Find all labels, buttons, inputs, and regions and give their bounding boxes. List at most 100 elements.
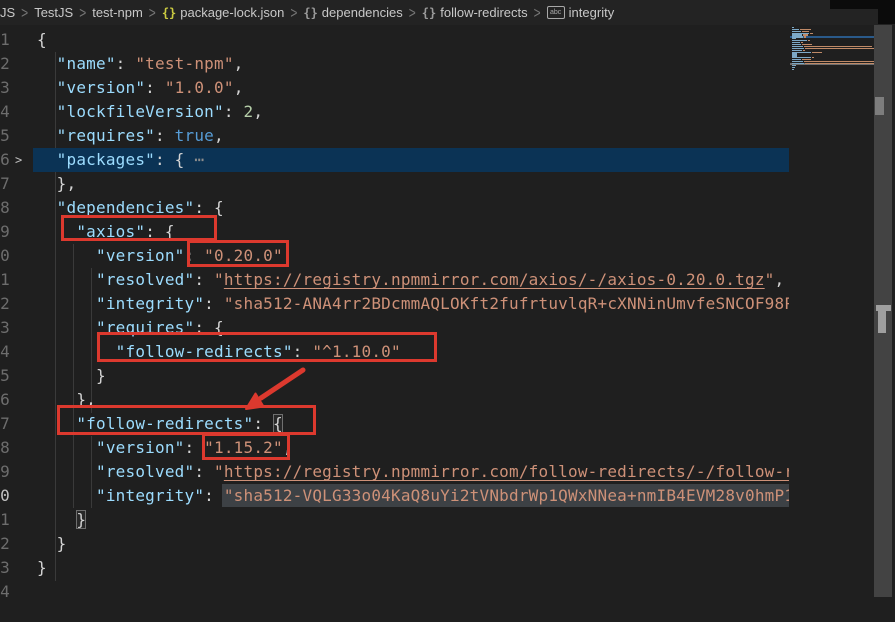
code-line-text: "resolved": "https://registry.npmmirror.… — [37, 460, 789, 484]
breadcrumb-item-label: JS — [0, 5, 15, 20]
minimap-line — [808, 40, 810, 41]
code-line[interactable]: 23} — [0, 556, 789, 580]
breadcrumb-item-package-lock-json[interactable]: {}package-lock.json — [162, 5, 285, 20]
code-line-text: } — [37, 532, 67, 556]
line-number: 8 — [0, 196, 10, 220]
code-area[interactable]: 1{2 "name": "test-npm",3 "version": "1.0… — [0, 25, 789, 622]
scrollbar-thumb-secondary-stem[interactable] — [878, 311, 886, 333]
code-line[interactable]: 21 } — [0, 508, 789, 532]
code-line[interactable]: 4 "lockfileVersion": 2, — [0, 100, 789, 124]
minimap[interactable] — [790, 25, 875, 600]
line-number: 20 — [0, 484, 10, 508]
code-line-text: "integrity": "sha512-ANA4rr2BDcmmAQLOKft… — [37, 292, 789, 316]
top-right-cut-artifact — [830, 0, 895, 9]
code-line[interactable]: 11 "resolved": "https://registry.npmmirr… — [0, 268, 789, 292]
breadcrumb-separator-icon: > — [290, 3, 297, 21]
code-line-text: } — [37, 556, 47, 580]
fold-chevron-icon[interactable]: > — [15, 148, 22, 172]
minimap-line — [804, 36, 806, 37]
breadcrumb-separator-icon: > — [149, 3, 156, 21]
code-line[interactable]: 3 "version": "1.0.0", — [0, 76, 789, 100]
line-number: 10 — [0, 244, 10, 268]
minimap-line — [810, 33, 813, 34]
breadcrumb-item-js[interactable]: JS — [0, 5, 15, 20]
code-line-text: "resolved": "https://registry.npmmirror.… — [37, 268, 784, 292]
line-number: 2 — [0, 52, 10, 76]
code-line-text: "requires": true, — [37, 124, 224, 148]
code-line-text: "name": "test-npm", — [37, 52, 244, 76]
code-line[interactable]: 19 "resolved": "https://registry.npmmirr… — [0, 460, 789, 484]
code-line[interactable]: 10 "version": "0.20.0", — [0, 244, 789, 268]
line-number: 24 — [0, 580, 10, 604]
minimap-line — [805, 48, 875, 49]
symbol-string-abc-icon: abc — [547, 6, 565, 19]
code-line[interactable]: 2 "name": "test-npm", — [0, 52, 789, 76]
breadcrumb-item-label: integrity — [569, 5, 615, 20]
line-number: 14 — [0, 340, 10, 364]
breadcrumb-separator-icon: > — [409, 3, 416, 21]
json-braces-icon: {} — [303, 6, 317, 20]
line-number: 4 — [0, 100, 10, 124]
annotation-box-requires-follow-redirects — [97, 332, 437, 362]
code-line[interactable]: 20 "integrity": "sha512-VQLG33o04KaQ8uYi… — [0, 484, 789, 508]
code-line-text: { — [37, 28, 47, 52]
breadcrumb-item-label: dependencies — [322, 5, 403, 20]
code-line-text: } — [37, 508, 86, 532]
scrollbar-thumb[interactable] — [875, 97, 884, 115]
code-line-text: "packages": { ⋯ — [37, 148, 204, 172]
code-line-text: "lockfileVersion": 2, — [37, 100, 263, 124]
minimap-line — [805, 63, 875, 64]
line-number: 11 — [0, 268, 10, 292]
code-line[interactable]: 12 "integrity": "sha512-ANA4rr2BDcmmAQLO… — [0, 292, 789, 316]
code-line[interactable]: 22 } — [0, 532, 789, 556]
top-right-cut-artifact — [878, 9, 895, 24]
line-number: 13 — [0, 316, 10, 340]
code-line[interactable]: 15 } — [0, 364, 789, 388]
annotation-arrow-icon — [228, 362, 318, 422]
code-line[interactable]: 5 "requires": true, — [0, 124, 789, 148]
line-number: 22 — [0, 532, 10, 556]
code-line-text: "version": "1.0.0", — [37, 76, 244, 100]
code-line[interactable]: 6> "packages": { ⋯ — [0, 148, 789, 172]
breadcrumb-item-integrity[interactable]: abc integrity — [547, 5, 615, 20]
code-line-text: } — [37, 364, 106, 388]
breadcrumb-item-label: follow-redirects — [440, 5, 527, 20]
line-number: 18 — [0, 436, 10, 460]
line-number: 6 — [0, 148, 10, 172]
line-number: 19 — [0, 460, 10, 484]
vscode-editor-window: JS>TestJS>test-npm>{}package-lock.json>{… — [0, 0, 895, 622]
line-number: 3 — [0, 76, 10, 100]
line-number: 23 — [0, 556, 10, 580]
line-number: 1 — [0, 28, 10, 52]
line-number: 5 — [0, 124, 10, 148]
annotation-box-axios — [61, 215, 217, 241]
minimap-line — [812, 52, 822, 53]
breadcrumb-separator-icon: > — [79, 3, 86, 21]
minimap-line — [792, 69, 794, 70]
line-number: 16 — [0, 388, 10, 412]
breadcrumb-item-testjs[interactable]: TestJS — [34, 5, 73, 20]
breadcrumb-separator-icon: > — [534, 3, 541, 21]
code-line[interactable]: 18 "version": "1.15.2", — [0, 436, 789, 460]
breadcrumb-item-follow-redirects[interactable]: {} follow-redirects — [422, 5, 528, 20]
breadcrumb-item-test-npm[interactable]: test-npm — [92, 5, 143, 20]
breadcrumb: JS>TestJS>test-npm>{}package-lock.json>{… — [0, 0, 895, 25]
breadcrumb-item-label: TestJS — [34, 5, 73, 20]
code-line[interactable]: 1{ — [0, 28, 789, 52]
code-line[interactable]: 7 }, — [0, 172, 789, 196]
breadcrumb-item-label: package-lock.json — [180, 5, 284, 20]
line-number: 7 — [0, 172, 10, 196]
code-line-text: "integrity": "sha512-VQLG33o04KaQ8uYi2tV… — [37, 484, 789, 508]
line-number: 15 — [0, 364, 10, 388]
code-line-text: }, — [37, 172, 76, 196]
line-number: 12 — [0, 292, 10, 316]
breadcrumb-separator-icon: > — [21, 3, 28, 21]
annotation-box-axios-version — [187, 240, 289, 267]
breadcrumb-item-dependencies[interactable]: {} dependencies — [303, 5, 402, 20]
breadcrumb-item-label: test-npm — [92, 5, 143, 20]
json-braces-icon: {} — [422, 6, 436, 20]
annotation-box-follow-redirects-version — [202, 433, 290, 460]
line-number: 21 — [0, 508, 10, 532]
line-number: 17 — [0, 412, 10, 436]
code-line[interactable]: 24 — [0, 580, 789, 604]
